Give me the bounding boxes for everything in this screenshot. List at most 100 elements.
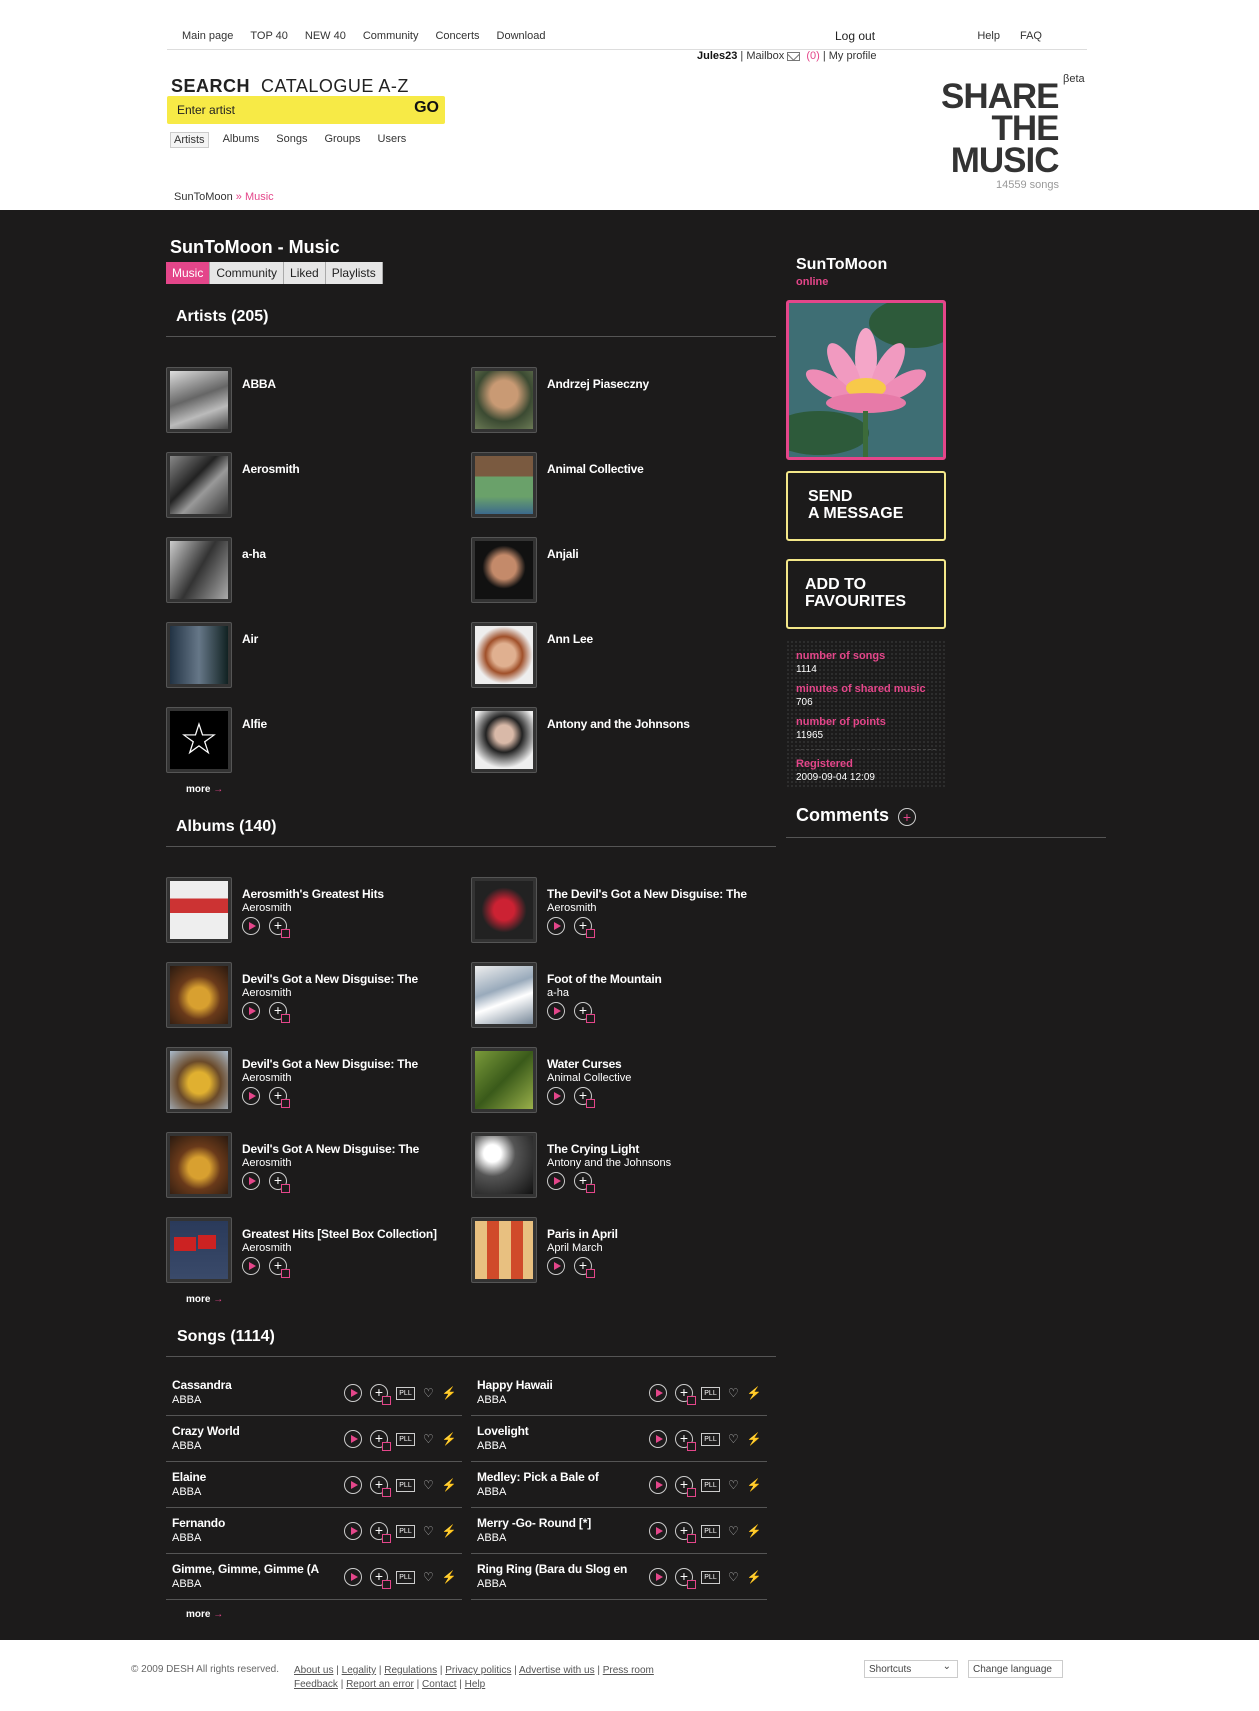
- add-to-playlist-icon[interactable]: +: [675, 1384, 696, 1405]
- album-title[interactable]: Foot of the Mountain: [547, 972, 662, 986]
- album-cover[interactable]: [471, 1217, 537, 1283]
- artist-card[interactable]: Andrzej Piaseczny: [471, 367, 771, 433]
- song-row[interactable]: Fernando ABBA + PLL ♡ ⚡: [166, 1508, 462, 1554]
- artist-name[interactable]: Animal Collective: [547, 462, 644, 476]
- album-card[interactable]: Paris in April April March +: [471, 1217, 771, 1283]
- song-title[interactable]: Cassandra: [172, 1378, 232, 1392]
- add-to-playlist-icon[interactable]: +: [574, 917, 595, 938]
- artist-photo[interactable]: [166, 452, 232, 518]
- play-icon[interactable]: [649, 1568, 667, 1586]
- heart-icon[interactable]: ♡: [728, 1478, 739, 1492]
- song-artist[interactable]: ABBA: [477, 1578, 506, 1590]
- play-icon[interactable]: [547, 1002, 565, 1020]
- heart-icon[interactable]: ♡: [423, 1478, 434, 1492]
- play-icon[interactable]: [649, 1476, 667, 1494]
- artist-photo[interactable]: [471, 367, 537, 433]
- breadcrumb-user[interactable]: SunToMoon: [174, 191, 233, 203]
- song-artist[interactable]: ABBA: [172, 1394, 201, 1406]
- album-artist[interactable]: a-ha: [547, 987, 569, 999]
- play-icon[interactable]: [547, 1172, 565, 1190]
- album-title[interactable]: Aerosmith's Greatest Hits: [242, 887, 384, 901]
- logout-link[interactable]: Log out: [835, 29, 875, 43]
- artist-name[interactable]: Antony and the Johnsons: [547, 717, 690, 731]
- album-cover[interactable]: [166, 1132, 232, 1198]
- add-to-playlist-icon[interactable]: +: [370, 1384, 391, 1405]
- shortcuts-select[interactable]: Shortcuts: [864, 1660, 958, 1678]
- artist-card[interactable]: Aerosmith: [166, 452, 466, 518]
- album-title[interactable]: The Devil's Got a New Disguise: The: [547, 887, 747, 901]
- play-icon[interactable]: [547, 1087, 565, 1105]
- artist-name[interactable]: a-ha: [242, 547, 266, 561]
- artist-photo[interactable]: [166, 367, 232, 433]
- change-language-button[interactable]: Change language: [968, 1660, 1063, 1678]
- song-artist[interactable]: ABBA: [172, 1440, 201, 1452]
- lightning-icon[interactable]: ⚡: [442, 1478, 457, 1492]
- song-artist[interactable]: ABBA: [477, 1440, 506, 1452]
- song-artist[interactable]: ABBA: [172, 1486, 201, 1498]
- artist-card[interactable]: Animal Collective: [471, 452, 771, 518]
- song-title[interactable]: Medley: Pick a Bale of: [477, 1470, 599, 1484]
- song-title[interactable]: Merry -Go- Round [*]: [477, 1516, 591, 1530]
- help-link[interactable]: Help: [977, 30, 1000, 42]
- play-icon[interactable]: [242, 1172, 260, 1190]
- add-to-playlist-icon[interactable]: +: [574, 1087, 595, 1108]
- go-button[interactable]: GO: [414, 99, 439, 117]
- heart-icon[interactable]: ♡: [728, 1524, 739, 1538]
- play-icon[interactable]: [649, 1522, 667, 1540]
- album-artist[interactable]: Aerosmith: [242, 1242, 292, 1254]
- album-cover[interactable]: [166, 1047, 232, 1113]
- artist-name[interactable]: Ann Lee: [547, 632, 593, 646]
- add-to-playlist-icon[interactable]: +: [675, 1430, 696, 1451]
- artist-photo[interactable]: [471, 452, 537, 518]
- album-cover[interactable]: [166, 1217, 232, 1283]
- artist-name[interactable]: ABBA: [242, 377, 276, 391]
- pll-button[interactable]: PLL: [396, 1432, 415, 1446]
- album-cover[interactable]: [166, 962, 232, 1028]
- song-row[interactable]: Ring Ring (Bara du Slog en ABBA + PLL ♡ ⚡: [471, 1554, 767, 1600]
- pll-button[interactable]: PLL: [396, 1524, 415, 1538]
- tab-liked[interactable]: Liked: [284, 262, 326, 284]
- add-to-playlist-icon[interactable]: +: [370, 1476, 391, 1497]
- add-to-playlist-icon[interactable]: +: [370, 1522, 391, 1543]
- artist-card[interactable]: Air: [166, 622, 466, 688]
- search-tab-songs[interactable]: Songs: [273, 132, 310, 148]
- footer-link-help[interactable]: Help: [465, 1679, 486, 1690]
- song-title[interactable]: Happy Hawaii: [477, 1378, 553, 1392]
- song-artist[interactable]: ABBA: [477, 1394, 506, 1406]
- footer-link-about[interactable]: About us: [294, 1665, 333, 1676]
- song-title[interactable]: Fernando: [172, 1516, 225, 1530]
- artist-photo[interactable]: ☆: [166, 707, 232, 773]
- site-logo[interactable]: SHARE THE MUSIC: [941, 79, 1060, 178]
- add-to-playlist-icon[interactable]: +: [675, 1522, 696, 1543]
- song-artist[interactable]: ABBA: [172, 1578, 201, 1590]
- lightning-icon[interactable]: ⚡: [442, 1432, 457, 1446]
- heart-icon[interactable]: ♡: [728, 1570, 739, 1584]
- add-to-playlist-icon[interactable]: +: [675, 1476, 696, 1497]
- album-card[interactable]: The Devil's Got a New Disguise: The Aero…: [471, 877, 771, 943]
- artist-photo[interactable]: [471, 622, 537, 688]
- album-card[interactable]: The Crying Light Antony and the Johnsons…: [471, 1132, 771, 1198]
- add-to-playlist-icon[interactable]: +: [370, 1430, 391, 1451]
- album-artist[interactable]: Aerosmith: [547, 902, 597, 914]
- nav-top40[interactable]: TOP 40: [250, 30, 288, 42]
- add-to-playlist-icon[interactable]: +: [269, 1002, 290, 1023]
- album-title[interactable]: Devil's Got a New Disguise: The: [242, 972, 418, 986]
- search-tab-albums[interactable]: Albums: [220, 132, 263, 148]
- add-to-playlist-icon[interactable]: +: [269, 1172, 290, 1193]
- heart-icon[interactable]: ♡: [423, 1570, 434, 1584]
- song-artist[interactable]: ABBA: [477, 1486, 506, 1498]
- pll-button[interactable]: PLL: [396, 1386, 415, 1400]
- add-to-favourites-button[interactable]: ADD TO FAVOURITES: [786, 559, 946, 629]
- footer-link-press[interactable]: Press room: [603, 1665, 654, 1676]
- song-row[interactable]: Crazy World ABBA + PLL ♡ ⚡: [166, 1416, 462, 1462]
- song-row[interactable]: Gimme, Gimme, Gimme (A ABBA + PLL ♡ ⚡: [166, 1554, 462, 1600]
- albums-more-link[interactable]: more →: [186, 1294, 223, 1305]
- song-row[interactable]: Merry -Go- Round [*] ABBA + PLL ♡ ⚡: [471, 1508, 767, 1554]
- play-icon[interactable]: [242, 1257, 260, 1275]
- artist-name[interactable]: Anjali: [547, 547, 579, 561]
- add-to-playlist-icon[interactable]: +: [269, 1087, 290, 1108]
- song-title[interactable]: Elaine: [172, 1470, 206, 1484]
- album-cover[interactable]: [471, 1047, 537, 1113]
- song-artist[interactable]: ABBA: [172, 1532, 201, 1544]
- add-to-playlist-icon[interactable]: +: [675, 1568, 696, 1589]
